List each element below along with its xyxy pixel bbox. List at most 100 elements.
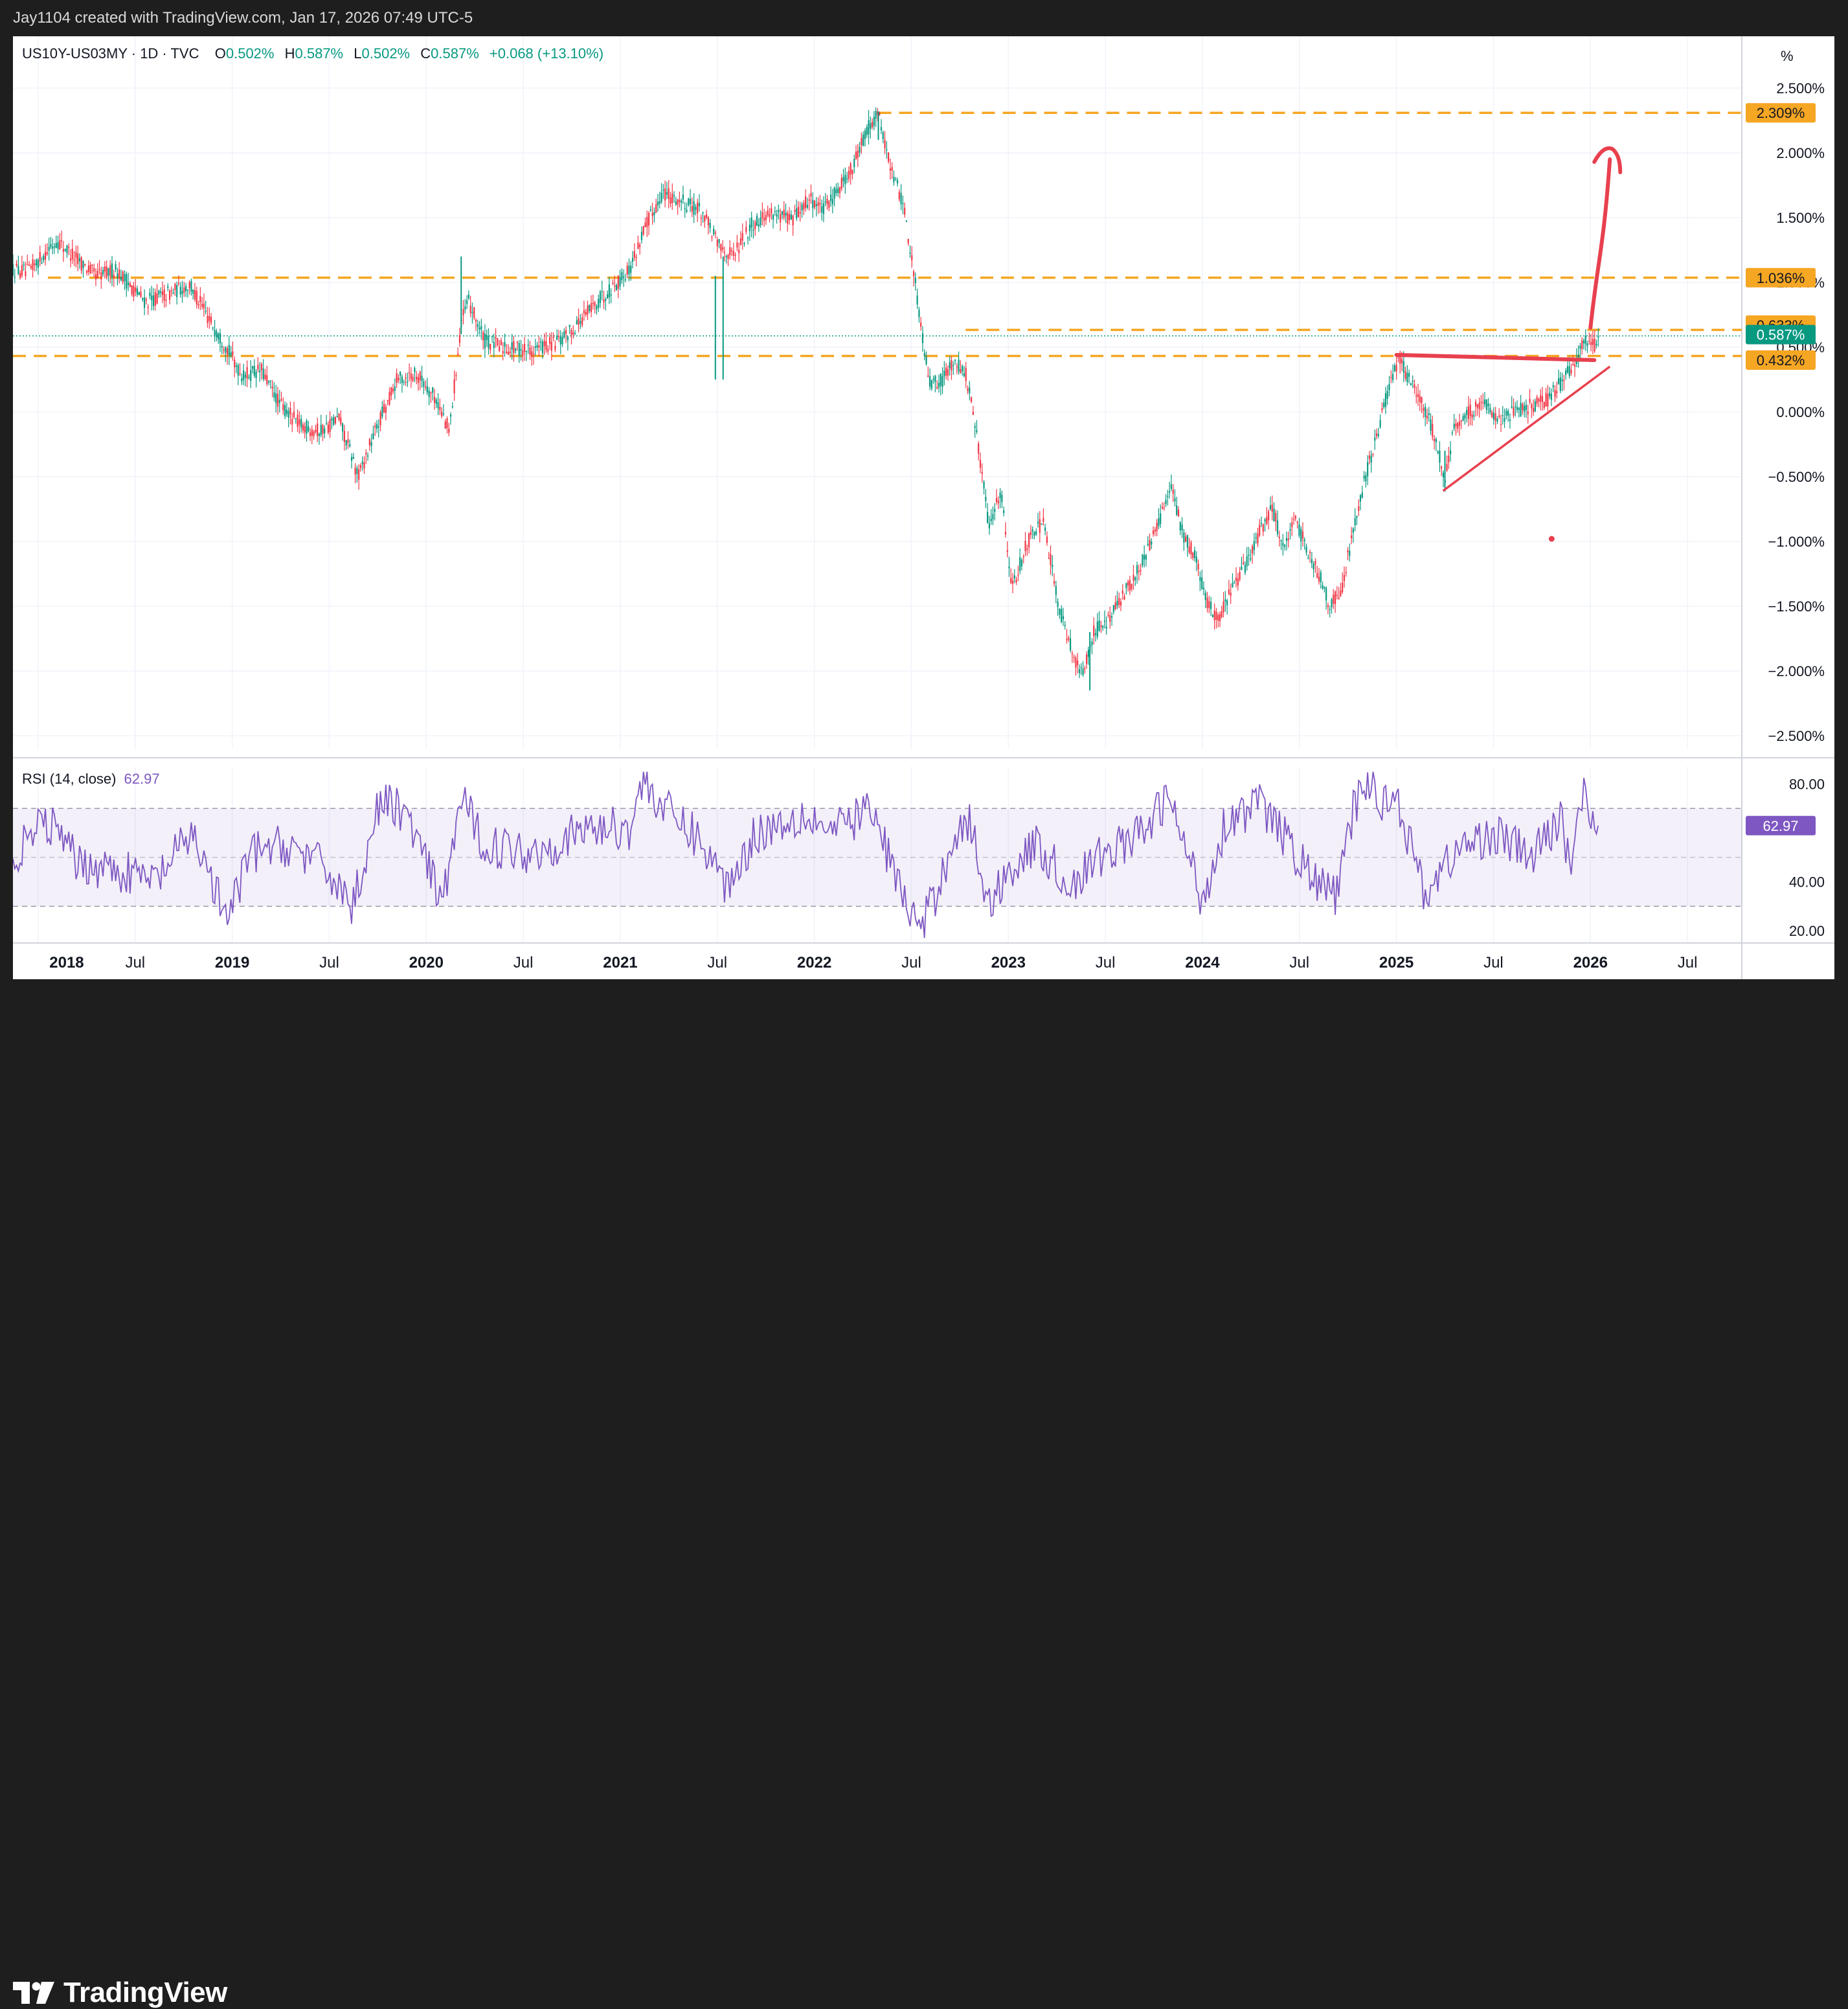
candle-body	[1368, 455, 1371, 459]
candle-body	[684, 208, 686, 210]
candle-body	[315, 429, 317, 433]
candle-body	[1061, 609, 1063, 622]
candle-body	[765, 215, 767, 220]
candle-body	[451, 406, 453, 407]
time-tick-label: Jul	[1678, 954, 1698, 971]
candle-body	[1010, 577, 1012, 584]
candle-body	[930, 380, 932, 389]
candle-body	[365, 453, 367, 455]
candle-body	[617, 275, 619, 289]
candle-body	[754, 221, 756, 229]
candle-body	[205, 310, 207, 312]
candle-body	[1487, 403, 1489, 407]
candle-body	[626, 266, 628, 275]
candle-body	[639, 244, 641, 247]
candle-body	[918, 310, 920, 317]
candle-body	[1105, 626, 1107, 629]
candle-body	[594, 302, 596, 306]
rsi-legend[interactable]: RSI (14, close) 62.97	[22, 771, 160, 788]
level-tag-text: 1.036%	[1757, 270, 1805, 286]
candle-body	[763, 218, 765, 221]
candle-body	[1073, 657, 1075, 658]
candle-body	[1540, 395, 1542, 402]
candle-body	[1441, 466, 1443, 469]
candle-body	[1275, 513, 1277, 521]
candle-body	[235, 365, 238, 367]
candle-body	[17, 266, 19, 274]
candle-body	[1458, 421, 1461, 426]
candle-body	[188, 282, 190, 289]
candle-body	[1584, 335, 1586, 345]
candle-body	[1570, 369, 1572, 374]
candle-body	[531, 351, 533, 358]
trend-line	[1442, 365, 1611, 492]
candle-body	[383, 403, 385, 413]
candle-body	[39, 252, 41, 262]
candle-body	[846, 178, 848, 180]
candle-body	[135, 287, 137, 292]
rsi-label[interactable]: RSI (14, close)	[22, 771, 117, 787]
candle-body	[835, 189, 837, 194]
candle-body	[844, 174, 846, 185]
candle-body	[1211, 614, 1213, 618]
candle-body	[370, 442, 372, 446]
symbol-name[interactable]: US10Y-US03MY · 1D · TVC	[22, 45, 199, 62]
candle-body	[143, 297, 146, 308]
candle-body	[1003, 510, 1005, 514]
candle-body	[1573, 365, 1576, 367]
candle-body	[1253, 541, 1255, 550]
candle-body	[605, 299, 607, 301]
candle-body	[1080, 667, 1082, 668]
candle-body	[1466, 409, 1468, 415]
candle-body	[14, 277, 16, 278]
candle-body	[1340, 591, 1342, 597]
candle-body	[1439, 450, 1441, 463]
chart-frame[interactable]: %2.500%2.000%1.500%1.000%0.500%0.000%−0.…	[13, 36, 1834, 979]
chart-canvas[interactable]: %2.500%2.000%1.500%1.000%0.500%0.000%−0.…	[13, 36, 1834, 979]
candle-body	[714, 233, 717, 234]
top-bar: Jay1104 created with TradingView.com, Ja…	[0, 0, 1848, 36]
candle-body	[624, 279, 627, 280]
candle-body	[1370, 455, 1372, 463]
candle-body	[407, 381, 409, 383]
candle-body	[259, 370, 261, 372]
candle-body	[480, 326, 482, 330]
time-tick-label: Jul	[707, 954, 727, 971]
candle-body	[1467, 406, 1470, 420]
candle-body	[1480, 402, 1482, 403]
candle-body	[300, 418, 302, 428]
candle-body	[266, 375, 268, 384]
candle-body	[244, 374, 246, 378]
candle-body	[1516, 407, 1518, 411]
candle-body	[350, 457, 353, 461]
candle-body	[1234, 582, 1235, 584]
candle-body	[1210, 602, 1212, 609]
time-tick-label: Jul	[319, 954, 339, 971]
candle-body	[1170, 484, 1172, 489]
candle-body	[1163, 507, 1165, 508]
candle-body	[655, 204, 657, 213]
candle-body	[477, 324, 479, 328]
candle-body	[1289, 529, 1291, 531]
candle-body	[1450, 450, 1452, 455]
candle-body	[140, 291, 142, 297]
candle-body	[1134, 577, 1136, 580]
candle-body	[1278, 536, 1280, 539]
candle-body	[311, 429, 313, 437]
candle-body	[57, 242, 59, 249]
candle-body	[1489, 407, 1491, 413]
candle-body	[491, 336, 493, 337]
candle-body	[929, 376, 931, 387]
level-tag-text: 0.432%	[1757, 352, 1805, 369]
candle-body	[1237, 578, 1239, 586]
candle-body	[806, 205, 809, 208]
candle-body	[1572, 364, 1574, 366]
tradingview-logo[interactable]: TradingView	[13, 1977, 227, 2009]
symbol-legend[interactable]: US10Y-US03MY · 1D · TVC O0.502% H0.587% …	[22, 45, 603, 62]
candle-body	[567, 336, 569, 341]
candle-body	[1374, 437, 1376, 441]
candle-body	[824, 201, 826, 203]
candle-body	[1096, 621, 1098, 637]
candle-body	[1415, 395, 1417, 397]
candle-body	[1421, 397, 1423, 403]
